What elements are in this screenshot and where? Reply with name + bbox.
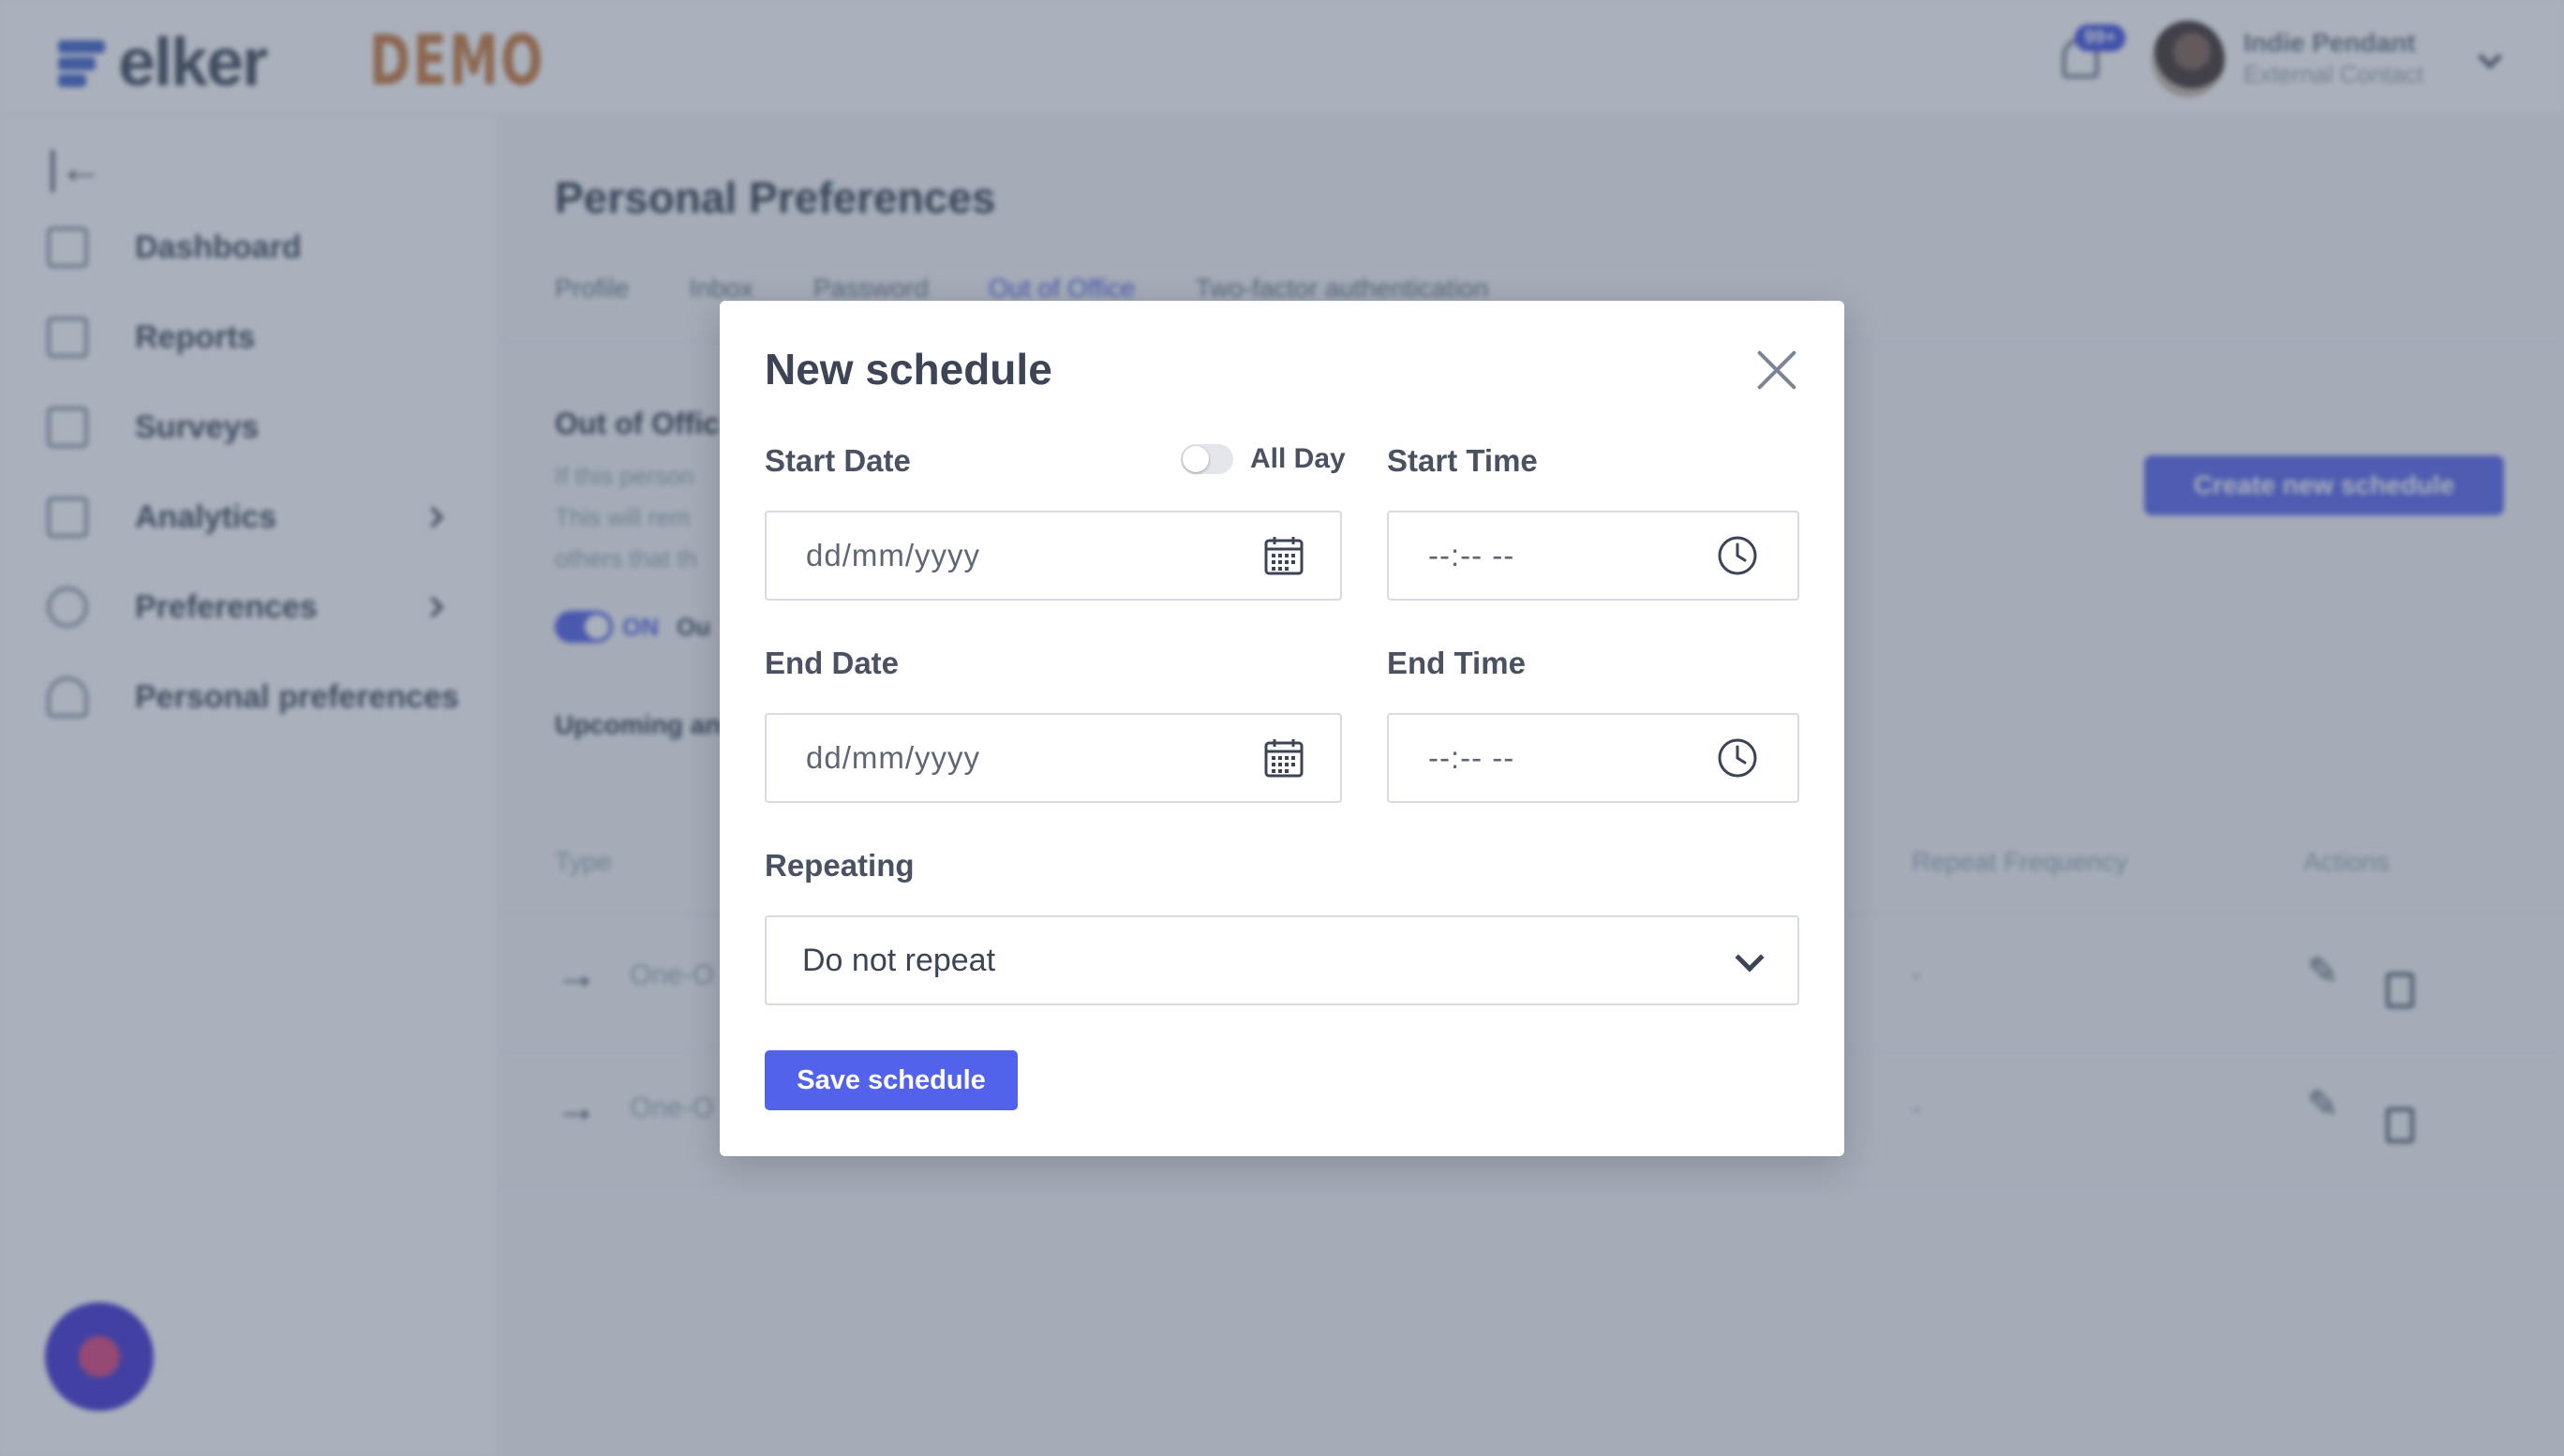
calendar-icon[interactable] xyxy=(1263,737,1304,779)
start-time-placeholder: --:-- -- xyxy=(1428,538,1515,572)
save-schedule-button[interactable]: Save schedule xyxy=(765,1050,1018,1110)
start-date-input[interactable]: dd/mm/yyyy xyxy=(765,511,1342,601)
end-date-input[interactable]: dd/mm/yyyy xyxy=(765,713,1342,803)
repeating-select[interactable]: Do not repeat xyxy=(765,915,1799,1005)
repeating-label: Repeating xyxy=(765,848,915,883)
chevron-down-icon xyxy=(1735,943,1765,973)
end-date-placeholder: dd/mm/yyyy xyxy=(806,740,981,775)
end-date-label: End Date xyxy=(765,646,900,680)
clock-icon[interactable] xyxy=(1717,535,1758,576)
dialog-title: New schedule xyxy=(765,345,1052,394)
close-icon[interactable] xyxy=(1754,348,1799,393)
repeating-value: Do not repeat xyxy=(802,942,996,978)
end-time-label: End Time xyxy=(1387,646,1526,680)
all-day-label: All Day xyxy=(1250,443,1346,474)
new-schedule-dialog: New schedule Start Date All Day dd/mm/yy… xyxy=(720,301,1844,1156)
calendar-icon[interactable] xyxy=(1263,535,1304,576)
clock-icon[interactable] xyxy=(1717,737,1758,779)
start-date-label: Start Date xyxy=(765,443,911,478)
start-date-placeholder: dd/mm/yyyy xyxy=(806,538,981,572)
all-day-toggle[interactable] xyxy=(1181,444,1233,474)
end-time-placeholder: --:-- -- xyxy=(1428,740,1515,775)
toggle-knob xyxy=(1183,446,1209,472)
start-time-label: Start Time xyxy=(1387,443,1538,478)
start-time-input[interactable]: --:-- -- xyxy=(1387,511,1799,601)
end-time-input[interactable]: --:-- -- xyxy=(1387,713,1799,803)
